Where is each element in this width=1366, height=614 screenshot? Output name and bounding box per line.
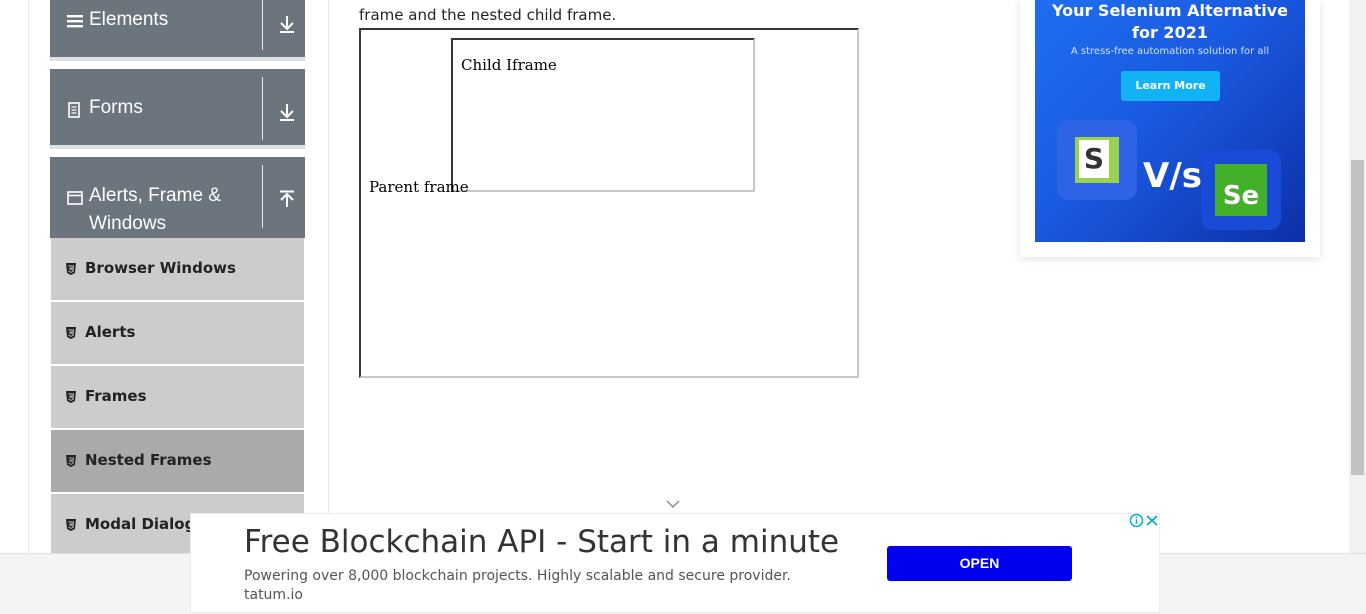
side-ad-title: Your Selenium Alternative for 2021: [1035, 0, 1305, 44]
page-scrollbar-thumb[interactable]: [1351, 160, 1364, 475]
bottom-ad-title[interactable]: Free Blockchain API - Start in a minute: [244, 524, 839, 560]
bottom-ad-url[interactable]: tatum.io: [244, 587, 303, 603]
side-ad-subtitle: A stress-free automation solution for al…: [1070, 46, 1270, 57]
sidebar-item-label: Browser Windows: [85, 259, 236, 277]
ad-choices-icon[interactable]: [1129, 513, 1160, 528]
group-forms-title: Forms: [89, 97, 143, 118]
page-description: frame and the nested child frame.: [359, 6, 617, 24]
sidebar-item-alerts[interactable]: Alerts: [51, 302, 304, 364]
sidebar-right-border: [328, 0, 329, 553]
sidebar-item-label: Frames: [85, 387, 147, 405]
bottom-ad-banner[interactable]: Free Blockchain API - Start in a minute …: [190, 513, 1160, 613]
group-divider: [262, 0, 263, 50]
html5-icon: [66, 455, 76, 467]
download-arrow-icon[interactable]: [278, 102, 296, 122]
selenium-logo-mark: Se: [1215, 164, 1267, 216]
learn-more-button[interactable]: Learn More: [1121, 71, 1220, 101]
upload-arrow-icon[interactable]: [278, 190, 296, 210]
document-icon: [68, 102, 80, 118]
sidebar-item-nested-frames[interactable]: Nested Frames: [51, 430, 304, 492]
group-divider: [262, 165, 263, 228]
group-divider: [262, 77, 263, 140]
group-alerts-frame-windows-header[interactable]: Alerts, Frame & Windows: [50, 157, 305, 238]
bottom-ad-subtitle: Powering over 8,000 blockchain projects.…: [244, 568, 791, 584]
katalon-logo: S: [1057, 120, 1137, 200]
group-elements-header[interactable]: Elements: [50, 0, 305, 61]
sidebar-item-label: Nested Frames: [85, 451, 212, 469]
versus-text: V/s: [1143, 156, 1202, 196]
side-ad-banner[interactable]: Your Selenium Alternative for 2021 A str…: [1035, 0, 1305, 242]
group-alerts-title-line2: Windows: [89, 213, 167, 234]
sidebar-item-label: Alerts: [85, 323, 136, 341]
download-arrow-icon[interactable]: [278, 14, 296, 34]
parent-frame-text: Parent frame: [369, 178, 469, 196]
child-iframe-text: Child Iframe: [461, 56, 557, 74]
selenium-logo: Se: [1201, 150, 1281, 230]
sidebar-item-label: Modal Dialogs: [85, 515, 205, 533]
katalon-logo-letter: S: [1079, 140, 1109, 178]
menu-bars-icon: [67, 15, 83, 28]
chevron-down-icon[interactable]: [666, 500, 680, 508]
group-elements-title: Elements: [89, 9, 169, 30]
html5-icon: [66, 327, 76, 339]
group-forms-header[interactable]: Forms: [50, 69, 305, 149]
open-button[interactable]: OPEN: [887, 546, 1072, 581]
window-icon: [67, 191, 83, 205]
html5-icon: [66, 263, 76, 275]
sidebar-item-browser-windows[interactable]: Browser Windows: [51, 238, 304, 300]
group-alerts-title: Alerts, Frame & Windows: [89, 182, 269, 238]
side-ad-title-line1: Your Selenium Alternative: [1051, 1, 1289, 20]
side-ad-title-line2: for 2021: [1132, 23, 1208, 42]
sidebar-item-frames[interactable]: Frames: [51, 366, 304, 428]
content-left-border: [28, 0, 29, 553]
html5-icon: [66, 391, 76, 403]
html5-icon: [66, 519, 76, 531]
group-alerts-title-line1: Alerts, Frame &: [89, 185, 221, 206]
